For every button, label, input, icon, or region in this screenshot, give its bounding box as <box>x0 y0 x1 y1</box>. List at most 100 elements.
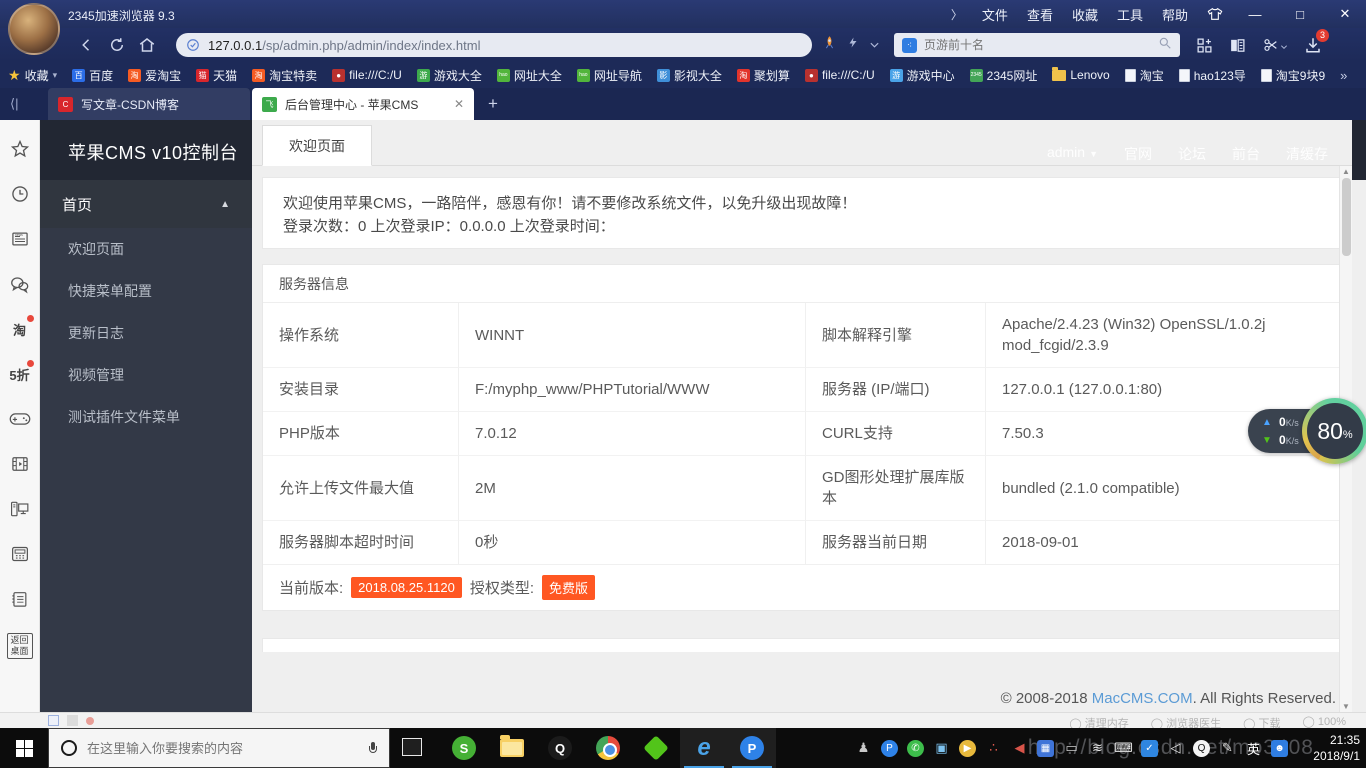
video-film-icon[interactable] <box>9 453 31 475</box>
new-tab-button[interactable]: + <box>488 94 498 114</box>
ie-browser[interactable]: e <box>680 728 728 768</box>
user-avatar[interactable] <box>8 3 60 55</box>
calculator-icon[interactable] <box>9 543 31 565</box>
wifi-icon[interactable]: ≋ <box>1089 740 1106 757</box>
close-button[interactable]: ✕ <box>1332 6 1358 22</box>
toolbar-chevron-down-icon[interactable] <box>869 36 880 54</box>
browser-tab[interactable]: C写文章-CSDN博客 <box>48 88 250 120</box>
menu-工具[interactable]: 工具 <box>1117 5 1143 24</box>
bookmark-item[interactable]: 淘聚划算 <box>737 67 790 84</box>
bookmark-item[interactable]: 23452345网址 <box>970 67 1038 84</box>
bookmark-item[interactable]: ★收藏▾ <box>8 67 57 84</box>
bookmark-item[interactable]: hao123导 <box>1179 67 1246 84</box>
menu-查看[interactable]: 查看 <box>1027 5 1053 24</box>
browser-search-input[interactable] <box>924 38 1158 52</box>
content-tab-welcome[interactable]: 欢迎页面 <box>262 125 372 166</box>
taskbar-search-input[interactable] <box>87 741 359 756</box>
contacts-icon[interactable]: ☻ <box>1271 740 1288 757</box>
computer-icon[interactable] <box>9 498 31 520</box>
browser-search-box[interactable]: ⁖ <box>894 33 1180 57</box>
player-icon[interactable]: ▶ <box>959 740 976 757</box>
userbar-论坛[interactable]: 论坛 <box>1178 144 1206 164</box>
thunder-app[interactable] <box>632 728 680 768</box>
site-security-shield-icon[interactable] <box>186 38 200 52</box>
notes-icon[interactable] <box>9 588 31 610</box>
calendar-icon[interactable]: ▦ <box>1037 740 1054 757</box>
qq-app[interactable]: Q <box>536 728 584 768</box>
speaker-icon[interactable]: ◁ <box>1167 740 1184 757</box>
bookmark-item[interactable]: 百百度 <box>72 67 113 84</box>
maximize-button[interactable]: □ <box>1287 7 1313 22</box>
sidebar-item[interactable]: 欢迎页面 <box>40 228 252 270</box>
scrollbar-thumb[interactable] <box>1342 178 1351 256</box>
bookmark-item[interactable]: 游游戏大全 <box>417 67 482 84</box>
wechat-icon[interactable]: ✆ <box>907 740 924 757</box>
scroll-down-icon[interactable]: ▼ <box>1340 702 1352 711</box>
discount-5zhe-icon[interactable]: 5折 <box>9 363 31 385</box>
qq-tray-icon[interactable]: Q <box>1193 740 1210 757</box>
favorites-star-icon[interactable] <box>9 138 31 160</box>
games-gamepad-icon[interactable] <box>9 408 31 430</box>
refresh-button[interactable] <box>102 36 132 54</box>
userbar-清缓存[interactable]: 清缓存 <box>1286 144 1328 164</box>
userbar-前台[interactable]: 前台 <box>1232 144 1260 164</box>
sidebar-item[interactable]: 测试插件文件菜单 <box>40 396 252 438</box>
apps-grid-icon[interactable] <box>1196 37 1213 54</box>
download-manager-icon[interactable]: 3 <box>1304 36 1322 54</box>
maccms-link[interactable]: MacCMS.COM <box>1092 690 1193 707</box>
back-to-desktop-button[interactable]: 返回桌面 <box>7 633 33 659</box>
pen-snip-icon[interactable]: ✎ <box>1219 740 1236 757</box>
keyboard-icon[interactable]: ⌨ <box>1115 740 1132 757</box>
bookmark-item[interactable]: 淘宝9块9 <box>1261 67 1325 84</box>
chrome-browser[interactable] <box>584 728 632 768</box>
boost-lightning-icon[interactable] <box>847 35 859 55</box>
search-magnifier-icon[interactable] <box>1158 36 1172 55</box>
browser-tab-active[interactable]: 飞后台管理中心 - 苹果CMS✕ <box>252 88 474 120</box>
bookmark-item[interactable]: 淘爱淘宝 <box>128 67 181 84</box>
menu-收藏[interactable]: 收藏 <box>1072 5 1098 24</box>
file-explorer[interactable] <box>488 728 536 768</box>
monitor-icon[interactable]: ▭ <box>1063 740 1080 757</box>
bookmark-item[interactable]: Lenovo <box>1052 68 1109 82</box>
userbar-admin[interactable]: admin▼ <box>1047 144 1098 164</box>
scissors-snip-icon[interactable] <box>1262 37 1288 53</box>
microphone-icon[interactable] <box>369 742 377 754</box>
history-clock-icon[interactable] <box>9 183 31 205</box>
bookmark-item[interactable]: ●file:///C:/U <box>332 68 402 82</box>
tab-scroll-left-icon[interactable]: ⟨| <box>10 96 18 112</box>
news-icon[interactable]: news <box>9 228 31 250</box>
browser-2345[interactable]: P <box>728 728 776 768</box>
search-engine-icon[interactable]: ⁖ <box>902 38 917 53</box>
sidebar-section-home[interactable]: 首页 ▲ <box>40 180 252 228</box>
reading-panels-icon[interactable] <box>1229 37 1246 54</box>
bookmark-item[interactable]: hao网址导航 <box>577 67 642 84</box>
wechat-chat-icon[interactable] <box>9 273 31 295</box>
taskbar-clock[interactable]: 21:35 2018/9/1 <box>1313 732 1360 764</box>
photos-icon[interactable]: ▣ <box>933 740 950 757</box>
home-button[interactable] <box>132 36 162 54</box>
bookmark-item[interactable]: 影影视大全 <box>657 67 722 84</box>
app-coin-s[interactable]: S <box>440 728 488 768</box>
boost-gauge[interactable]: 80 % <box>1302 398 1366 464</box>
bookmark-item[interactable]: 游游戏中心 <box>890 67 955 84</box>
bookmark-item[interactable]: ●file:///C:/U <box>805 68 875 82</box>
ime-lang-indicator[interactable]: 英 <box>1245 740 1262 757</box>
menu-帮助[interactable]: 帮助 <box>1162 5 1188 24</box>
taskbar-search[interactable] <box>48 728 390 768</box>
minimize-button[interactable]: — <box>1242 7 1268 22</box>
back-button[interactable] <box>72 36 102 54</box>
menu-collapse-chevron-icon[interactable]: 〉 <box>951 6 963 23</box>
tray-2345-icon[interactable]: P <box>881 740 898 757</box>
task-view-button[interactable] <box>402 738 422 756</box>
userbar-官网[interactable]: 官网 <box>1124 144 1152 164</box>
shield-guard-icon[interactable]: ✓ <box>1141 740 1158 757</box>
menu-文件[interactable]: 文件 <box>982 5 1008 24</box>
sidebar-item[interactable]: 更新日志 <box>40 312 252 354</box>
address-bar[interactable]: 127.0.0.1/sp/admin.php/admin/index/index… <box>176 33 812 57</box>
dots-red-icon[interactable]: ∴ <box>985 740 1002 757</box>
scroll-up-icon[interactable]: ▲ <box>1340 167 1352 176</box>
bookmark-item[interactable]: 淘淘宝特卖 <box>252 67 317 84</box>
start-button[interactable] <box>0 728 48 768</box>
bookmark-item[interactable]: 淘宝 <box>1125 67 1164 84</box>
taobao-icon[interactable]: 淘 <box>9 318 31 340</box>
